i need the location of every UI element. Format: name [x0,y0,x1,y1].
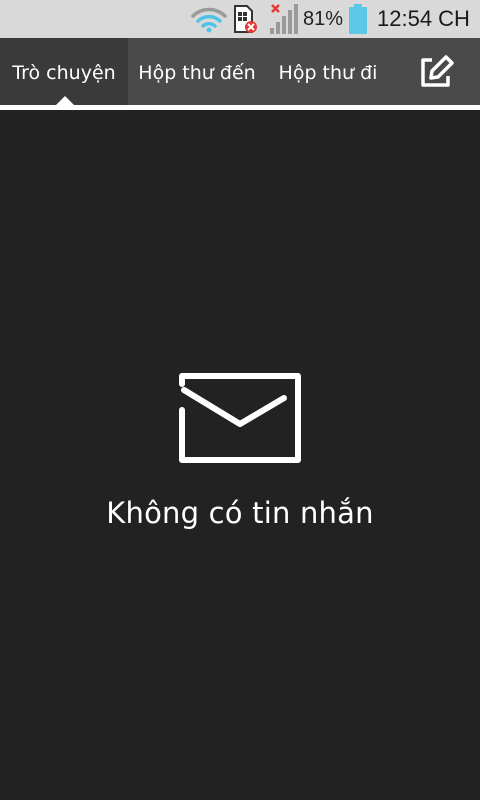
battery-percent: 81% [303,8,344,30]
tab-inbox[interactable]: Hộp thư đến [128,38,266,105]
status-bar: 81% 12:54 CH [0,0,480,38]
empty-state-message: Không có tin nhắn [106,496,374,530]
tab-label: Hộp thư đến [138,62,256,84]
tab-conversations[interactable]: Trò chuyện [0,38,128,105]
tab-outbox[interactable]: Hộp thư đi [266,38,390,105]
battery-icon [347,0,369,38]
active-tab-indicator [56,96,74,105]
tab-bar: Trò chuyện Hộp thư đến Hộp thư đi [0,38,480,105]
envelope-icon [178,372,302,466]
tab-divider [0,105,480,110]
clock: 12:54 CH [377,6,470,31]
no-signal-icon [266,0,300,38]
tab-label: Trò chuyện [12,62,116,84]
tab-label: Hộp thư đi [278,62,378,84]
sim-error-icon [232,0,260,38]
wifi-icon [190,0,228,38]
compose-button[interactable] [404,38,468,105]
